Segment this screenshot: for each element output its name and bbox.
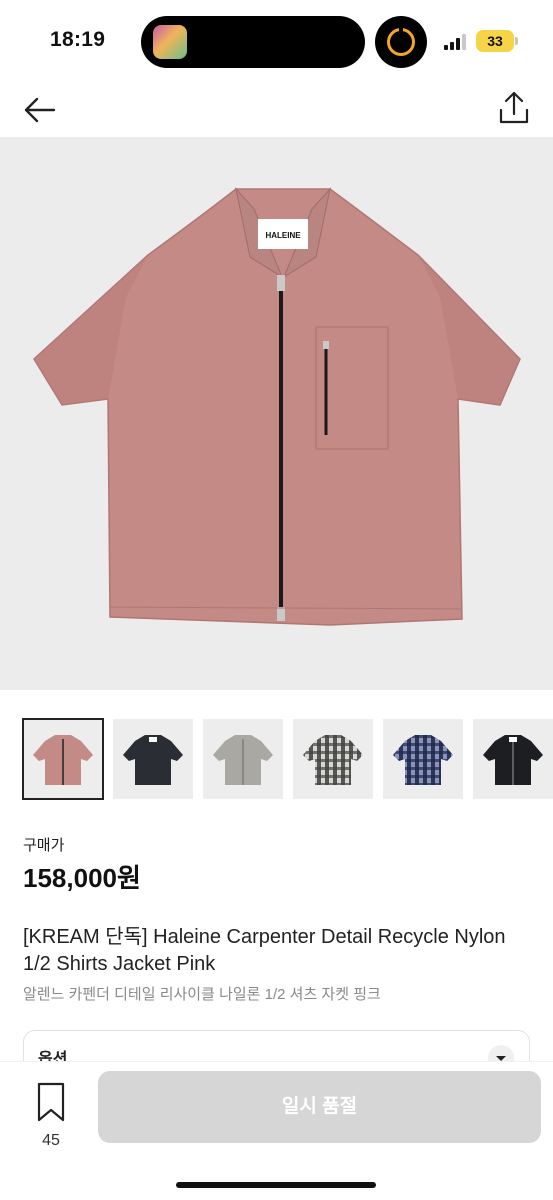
battery-icon: 33 (476, 30, 514, 52)
now-playing-artwork (153, 25, 187, 59)
thumbnail-strip (0, 716, 553, 802)
signal-icon (444, 34, 468, 50)
thumbnail-2[interactable] (113, 719, 193, 799)
status-bar: 18:19 33 (0, 0, 553, 84)
bottom-action-bar: 45 일시 품절 (0, 1062, 553, 1200)
back-button[interactable] (20, 90, 60, 130)
status-time: 18:19 (50, 28, 106, 51)
product-title: [KREAM 단독] Haleine Carpenter Detail Recy… (23, 926, 506, 975)
price-label: 구매가 (23, 837, 65, 854)
thumbnail-6[interactable] (473, 719, 553, 799)
thumbnail-5[interactable] (383, 719, 463, 799)
share-icon (499, 91, 529, 124)
price-value: 158,000원 (23, 863, 141, 893)
bookmark-icon (37, 1082, 65, 1122)
thumbnail-3[interactable] (203, 719, 283, 799)
home-indicator (176, 1182, 376, 1188)
battery-cap (515, 37, 518, 45)
top-nav (0, 84, 553, 136)
timer-icon (387, 26, 415, 56)
thumbnail-1[interactable] (22, 718, 104, 800)
product-subtitle: 알렌느 카펜더 디테일 리사이클 나일론 1/2 셔츠 자켓 핑크 (23, 986, 381, 1003)
brand-tag-text: HALEINE (265, 231, 301, 240)
shirt-illustration: HALEINE (33, 186, 521, 626)
arrow-left-icon (24, 97, 56, 123)
timer-activity (375, 16, 427, 68)
wishlist-button[interactable]: 45 (30, 1080, 72, 1149)
share-button[interactable] (494, 88, 534, 128)
thumbnail-4[interactable] (293, 719, 373, 799)
dynamic-island (141, 16, 365, 68)
product-main-image[interactable]: HALEINE (0, 137, 553, 690)
soldout-button[interactable]: 일시 품절 (98, 1071, 541, 1143)
wish-count: 45 (42, 1132, 60, 1149)
